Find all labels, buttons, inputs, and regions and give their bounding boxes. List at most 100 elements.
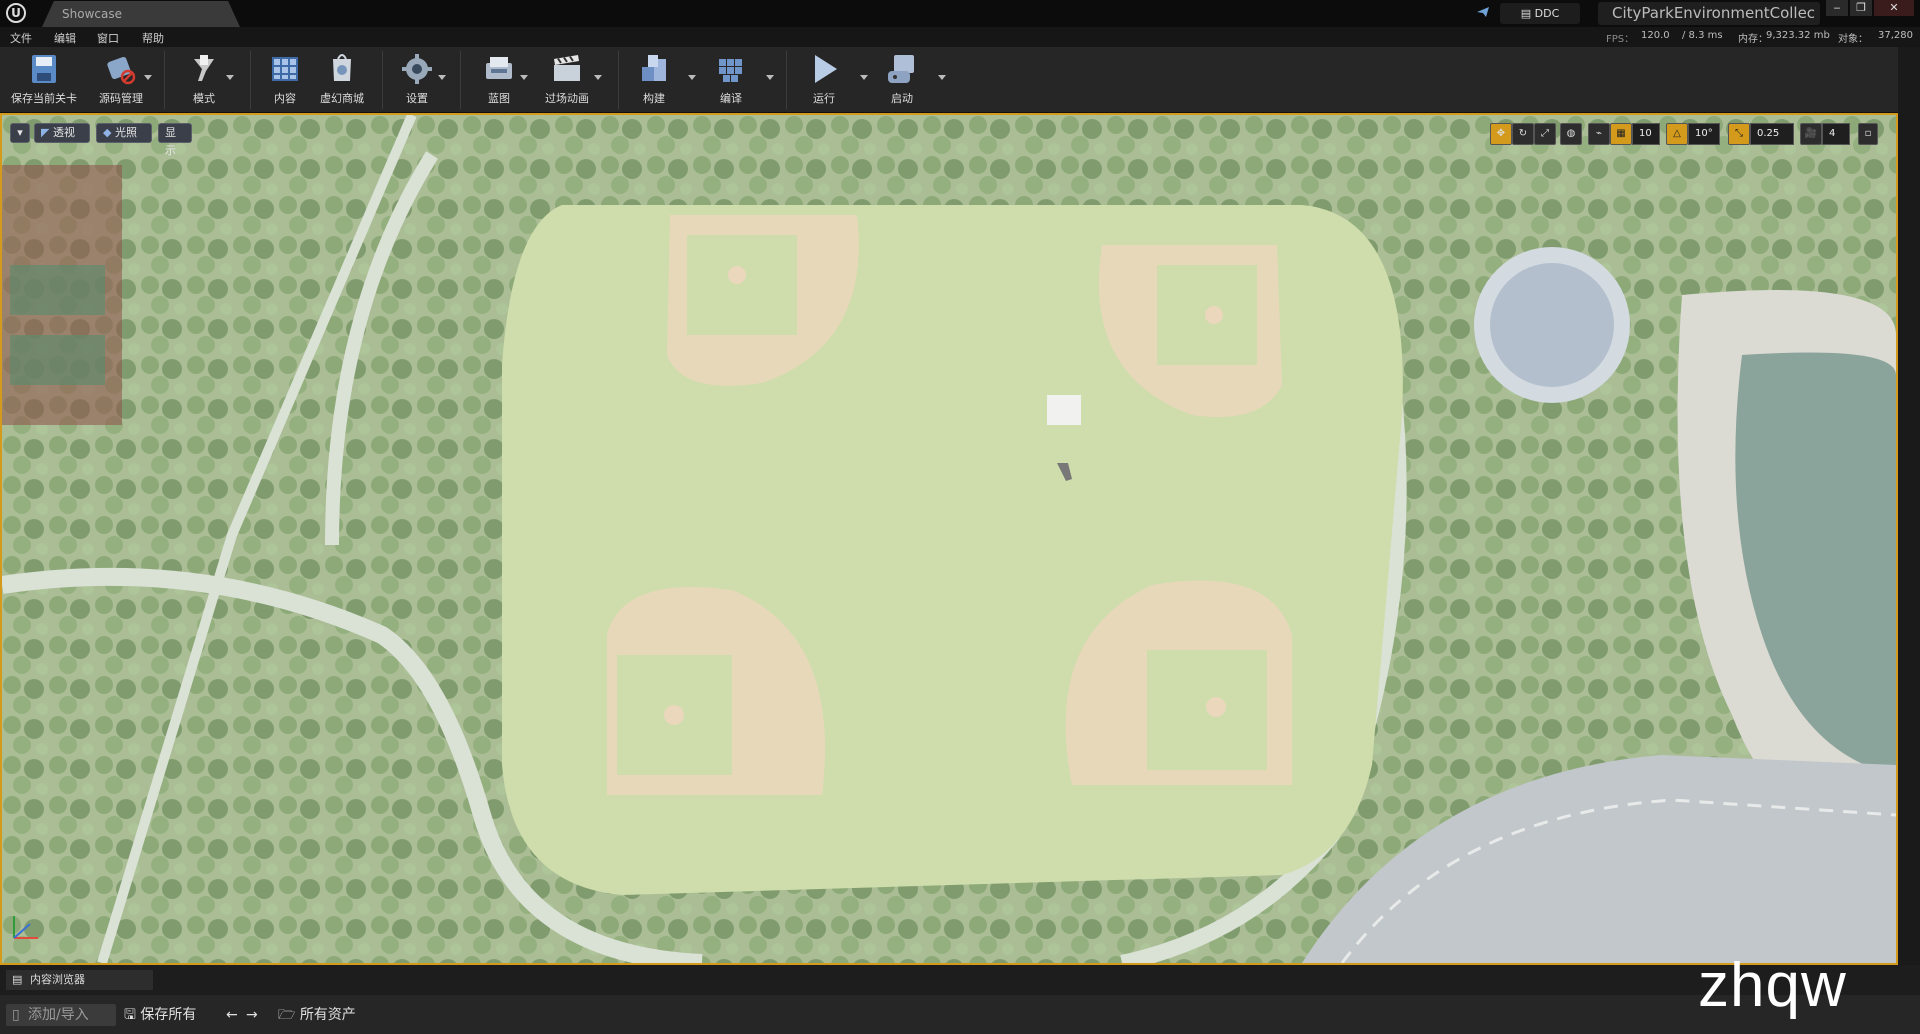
- toolbar-label: 启动: [891, 92, 913, 105]
- fps-value: 120.0: [1641, 30, 1670, 41]
- toolbar-label: 内容: [274, 92, 296, 105]
- menu-file[interactable]: 文件: [10, 30, 32, 46]
- perspective-button[interactable]: ◤ 透视: [34, 123, 90, 143]
- fps-label: FPS：: [1606, 34, 1635, 45]
- objects-value: 37,280: [1878, 30, 1913, 41]
- content-browser-tab[interactable]: ▤ 内容浏览器: [6, 970, 153, 990]
- toolbar-separator: [460, 51, 461, 109]
- add-import-button[interactable]: ▯ 添加/导入: [6, 1004, 116, 1026]
- settings-button[interactable]: 设置: [390, 47, 444, 112]
- toolbar-label: 源码管理: [99, 92, 143, 105]
- ddc-indicator[interactable]: ▤ DDC: [1500, 3, 1580, 24]
- play-button[interactable]: 运行: [796, 47, 852, 112]
- menu-help[interactable]: 帮助: [142, 30, 164, 46]
- launch-dropdown[interactable]: [938, 75, 946, 80]
- launch-button[interactable]: 启动: [872, 47, 932, 112]
- translate-tool-icon[interactable]: ✥: [1490, 123, 1512, 145]
- perspective-icon: ◤: [41, 126, 53, 139]
- toolbar-label: 过场动画: [545, 92, 589, 105]
- toolbar-separator: [786, 51, 787, 109]
- world-space-icon[interactable]: ◍: [1560, 123, 1582, 145]
- settings-icon: [402, 54, 432, 84]
- project-name: CityParkEnvironmentCollec: [1598, 2, 1820, 25]
- build-icon: [642, 55, 666, 81]
- toolbar-label: 设置: [406, 92, 428, 105]
- save-icon: [32, 55, 56, 83]
- scale-snap-icon[interactable]: ⤡: [1728, 123, 1750, 145]
- lit-icon: ◆: [103, 126, 115, 139]
- unreal-logo-icon: U: [6, 3, 26, 23]
- modes-dropdown[interactable]: [226, 75, 234, 80]
- back-arrow-icon: ←: [226, 1007, 238, 1023]
- launch-icon: [888, 55, 914, 83]
- toolbar-label: 构建: [643, 92, 665, 105]
- cinematics-dropdown[interactable]: [594, 75, 602, 80]
- menu-bar: 文件 编辑 窗口 帮助 FPS： 120.0 / 8.3 ms 内存： 9,32…: [0, 27, 1920, 47]
- content-browser-panel: ▤ 内容浏览器 ▯ 添加/导入 🖫 保存所有 ← → 🗁 所有资产: [0, 965, 1920, 1034]
- path-breadcrumb[interactable]: 🗁 所有资产: [278, 1004, 356, 1026]
- minimize-button[interactable]: ‒: [1826, 0, 1848, 16]
- build-button[interactable]: 构建: [626, 47, 682, 112]
- save-all-button[interactable]: 🖫 保存所有: [124, 1004, 196, 1026]
- build-dropdown[interactable]: [688, 75, 696, 80]
- viewport-menu-button[interactable]: ▾: [10, 123, 30, 143]
- toolbar-separator: [250, 51, 251, 109]
- source-control-dropdown[interactable]: [144, 75, 152, 80]
- surface-snap-icon[interactable]: ⌁: [1588, 123, 1610, 145]
- toolbar-separator: [164, 51, 165, 109]
- toolbar-label: 保存当前关卡: [11, 92, 77, 105]
- main-toolbar: 保存当前关卡 源码管理 模式 内容 虚幻商城 设置 蓝图 过场动画 构建 编译 …: [0, 47, 1898, 113]
- camera-speed-value[interactable]: 4: [1822, 123, 1850, 145]
- play-icon: [815, 55, 837, 83]
- rotation-snap-value[interactable]: 10°: [1688, 123, 1720, 145]
- objects-label: 对象：: [1838, 34, 1868, 45]
- frame-ms: / 8.3 ms: [1682, 30, 1723, 41]
- content-icon: [272, 57, 298, 81]
- toolbar-label: 模式: [193, 92, 215, 105]
- cinematics-button[interactable]: 过场动画: [534, 47, 600, 112]
- grid-snap-icon[interactable]: ▦: [1610, 123, 1632, 145]
- blueprint-dropdown[interactable]: [520, 75, 528, 80]
- watermark: zhqw: [1698, 951, 1847, 1020]
- close-button[interactable]: ✕: [1874, 0, 1914, 16]
- camera-speed-icon[interactable]: 🎥: [1800, 123, 1822, 145]
- toolbar-label: 运行: [813, 92, 835, 105]
- ddc-label: DDC: [1534, 7, 1560, 20]
- folder-icon: 🗁: [278, 1007, 300, 1023]
- notification-icon[interactable]: [1476, 6, 1490, 18]
- save-all-icon: 🖫: [124, 1007, 141, 1023]
- menu-edit[interactable]: 编辑: [54, 30, 76, 46]
- level-viewport[interactable]: ▾ ◤ 透视 ◆ 光照 显示 ✥ ↻ ⤢ ◍ ⌁ ▦ 10 △ 10° ⤡ 0.…: [0, 113, 1898, 965]
- content-browser-tab-label: 内容浏览器: [30, 973, 85, 986]
- show-button[interactable]: 显示: [158, 123, 192, 157]
- toolbar-label: 虚幻商城: [320, 92, 364, 105]
- compile-button[interactable]: 编译: [700, 47, 762, 112]
- marketplace-button[interactable]: 虚幻商城: [312, 47, 372, 112]
- rotation-snap-icon[interactable]: △: [1666, 123, 1688, 145]
- toolbar-label: 蓝图: [488, 92, 510, 105]
- title-bar: U Showcase ▤ DDC CityParkEnvironmentColl…: [0, 0, 1920, 27]
- content-browser-icon: ▤: [12, 973, 23, 986]
- rotate-tool-icon[interactable]: ↻: [1512, 123, 1534, 145]
- settings-dropdown[interactable]: [438, 75, 446, 80]
- path-label: 所有资产: [299, 1007, 356, 1023]
- menu-window[interactable]: 窗口: [97, 30, 119, 46]
- forward-button[interactable]: →: [246, 1004, 258, 1026]
- scale-snap-value[interactable]: 0.25: [1750, 123, 1794, 145]
- details-panel-edge[interactable]: [1898, 47, 1920, 985]
- modes-icon: [194, 55, 214, 81]
- restore-button[interactable]: ❐: [1850, 0, 1872, 16]
- play-dropdown[interactable]: [860, 75, 868, 80]
- back-button[interactable]: ←: [226, 1004, 238, 1026]
- marketplace-icon: [333, 54, 351, 81]
- save-level-button[interactable]: 保存当前关卡: [4, 47, 84, 112]
- lit-button[interactable]: ◆ 光照: [96, 123, 152, 143]
- park-scene[interactable]: [2, 115, 1896, 963]
- compile-dropdown[interactable]: [766, 75, 774, 80]
- ddc-icon: ▤: [1520, 7, 1535, 20]
- content-button[interactable]: 内容: [258, 47, 312, 112]
- level-tab[interactable]: Showcase: [42, 1, 240, 27]
- grid-snap-value[interactable]: 10: [1632, 123, 1660, 145]
- maximize-viewport-icon[interactable]: ▫: [1858, 123, 1878, 145]
- scale-tool-icon[interactable]: ⤢: [1534, 123, 1556, 145]
